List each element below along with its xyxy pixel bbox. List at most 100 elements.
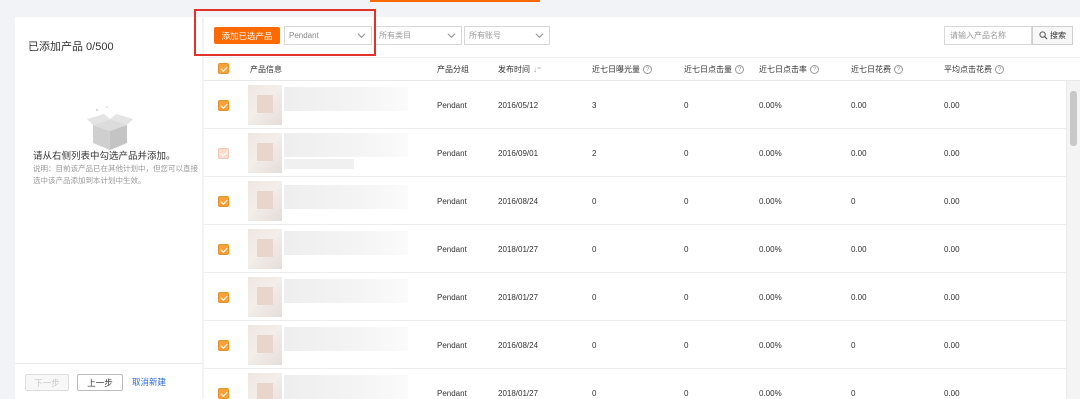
question-circle-icon[interactable]: ?	[995, 65, 1004, 74]
table-row[interactable]: Pendant 2016/09/01 2 0 0.00% 0.00 0.00	[204, 129, 1066, 177]
col-impressions: 近七日曝光量 ?	[592, 64, 652, 75]
cell-clicks: 0	[684, 389, 689, 398]
cell-cost: 0	[851, 341, 856, 350]
prev-step-button[interactable]: 上一步	[77, 374, 123, 391]
cell-ctr: 0.00%	[759, 341, 782, 350]
row-checkbox[interactable]	[218, 148, 229, 159]
chevron-down-icon	[535, 33, 544, 39]
product-thumbnail	[248, 373, 282, 399]
cell-clicks: 0	[684, 245, 689, 254]
cell-impressions: 0	[592, 245, 597, 254]
col-clicks-label: 近七日点击量	[684, 65, 732, 74]
cell-date: 2018/01/27	[498, 293, 539, 302]
table-row[interactable]: Pendant 2018/01/27 0 0 0.00% 0.00 0.00	[204, 225, 1066, 273]
row-checkbox[interactable]	[218, 388, 229, 399]
cell-date: 2016/09/01	[498, 149, 539, 158]
cell-avg-cpc: 0.00	[944, 293, 960, 302]
col-avg-cpc: 平均点击花费 ?	[944, 64, 1004, 75]
cell-impressions: 0	[592, 389, 597, 398]
col-ctr: 近七日点击率 ?	[759, 64, 819, 75]
cell-avg-cpc: 0.00	[944, 389, 960, 398]
table-row[interactable]: Pendant 2018/01/27 0 0 0.00% 0.00 0.00	[204, 273, 1066, 321]
product-search-input[interactable]: 请输入产品名称	[944, 26, 1032, 45]
select-all-checkbox[interactable]	[218, 63, 229, 74]
cell-ctr: 0.00%	[759, 197, 782, 206]
category-select[interactable]: 所有类目	[374, 26, 462, 45]
cell-avg-cpc: 0.00	[944, 101, 960, 110]
cell-avg-cpc: 0.00	[944, 149, 960, 158]
row-checkbox[interactable]	[218, 100, 229, 111]
cell-clicks: 0	[684, 197, 689, 206]
top-accent-bar	[370, 0, 540, 2]
search-button[interactable]: 搜索	[1032, 26, 1073, 45]
table-row[interactable]: Pendant 2016/08/24 0 0 0.00% 0 0.00	[204, 177, 1066, 225]
product-name-blurred	[284, 231, 408, 255]
product-thumbnail	[248, 181, 282, 221]
cell-date: 2016/08/24	[498, 341, 539, 350]
col-published-label: 发布时间	[498, 65, 530, 74]
question-circle-icon[interactable]: ?	[810, 65, 819, 74]
table-row[interactable]: Pendant 2016/08/24 0 0 0.00% 0 0.00	[204, 321, 1066, 369]
product-thumbnail	[248, 325, 282, 365]
group-select-value: Pendant	[289, 31, 319, 40]
cell-clicks: 0	[684, 341, 689, 350]
table-header: 产品信息 产品分组 发布时间 ↓⁼ 近七日曝光量 ? 近七日点击量 ? 近七日点…	[204, 57, 1080, 81]
chevron-down-icon	[357, 33, 366, 39]
table-scrollbar[interactable]	[1066, 81, 1080, 399]
group-select[interactable]: Pendant	[284, 26, 372, 45]
question-circle-icon[interactable]: ?	[894, 65, 903, 74]
cell-group: Pendant	[437, 197, 467, 206]
scrollbar-thumb[interactable]	[1070, 91, 1077, 146]
product-list-panel: 添加已选产品 Pendant 所有类目 所有账号 请输入产品名称 搜索 产品信息…	[194, 9, 1080, 399]
cell-date: 2018/01/27	[498, 245, 539, 254]
cell-avg-cpc: 0.00	[944, 197, 960, 206]
search-icon	[1039, 31, 1048, 40]
cell-cost: 0.00	[851, 293, 867, 302]
cell-ctr: 0.00%	[759, 293, 782, 302]
col-clicks: 近七日点击量 ?	[684, 64, 744, 75]
search-button-label: 搜索	[1050, 31, 1066, 40]
cell-ctr: 0.00%	[759, 389, 782, 398]
cell-group: Pendant	[437, 245, 467, 254]
cell-ctr: 0.00%	[759, 245, 782, 254]
row-checkbox[interactable]	[218, 244, 229, 255]
product-thumbnail	[248, 133, 282, 173]
row-checkbox[interactable]	[218, 292, 229, 303]
cell-avg-cpc: 0.00	[944, 341, 960, 350]
question-circle-icon[interactable]: ?	[643, 65, 652, 74]
cell-clicks: 0	[684, 149, 689, 158]
table-row[interactable]: Pendant 2016/05/12 3 0 0.00% 0.00 0.00	[204, 81, 1066, 129]
col-avg-cpc-label: 平均点击花费	[944, 65, 992, 74]
product-thumbnail	[248, 277, 282, 317]
product-name-blurred	[284, 327, 408, 351]
next-step-button[interactable]: 下一步	[25, 374, 69, 391]
category-select-placeholder: 所有类目	[379, 31, 411, 40]
table-row[interactable]: Pendant 2018/01/27 0 0 0.00% 0 0.00	[204, 369, 1066, 399]
product-id-blurred	[284, 159, 354, 169]
empty-state-note: 说明：目前该产品已在其他计划中，但您可以直接选中该产品添加到本计划中生效。	[33, 164, 198, 185]
row-checkbox[interactable]	[218, 340, 229, 351]
row-checkbox[interactable]	[218, 196, 229, 207]
empty-state-message: 请从右侧列表中勾选产品并添加。	[33, 151, 176, 162]
chevron-down-icon	[447, 33, 456, 39]
cell-impressions: 0	[592, 197, 597, 206]
selected-count-title: 已添加产品 0/500	[28, 41, 114, 53]
cell-group: Pendant	[437, 101, 467, 110]
question-circle-icon[interactable]: ?	[735, 65, 744, 74]
account-select[interactable]: 所有账号	[464, 26, 550, 45]
col-cost-label: 近七日花费	[851, 65, 891, 74]
product-toolbar: 添加已选产品 Pendant 所有类目 所有账号 请输入产品名称 搜索	[194, 9, 1080, 57]
sort-icon[interactable]: ↓⁼	[533, 65, 541, 74]
panel-footer: 下一步 上一步 取消新建	[15, 363, 202, 399]
add-selected-button[interactable]: 添加已选产品	[214, 27, 280, 44]
col-cost: 近七日花费 ?	[851, 64, 903, 75]
cell-date: 2016/08/24	[498, 197, 539, 206]
product-name-blurred	[284, 87, 408, 111]
col-published[interactable]: 发布时间 ↓⁼	[498, 64, 541, 75]
cancel-create-link[interactable]: 取消新建	[132, 376, 166, 388]
cell-cost: 0	[851, 197, 856, 206]
cell-date: 2016/05/12	[498, 101, 539, 110]
cell-group: Pendant	[437, 389, 467, 398]
cell-impressions: 3	[592, 101, 597, 110]
product-name-blurred	[284, 279, 408, 303]
